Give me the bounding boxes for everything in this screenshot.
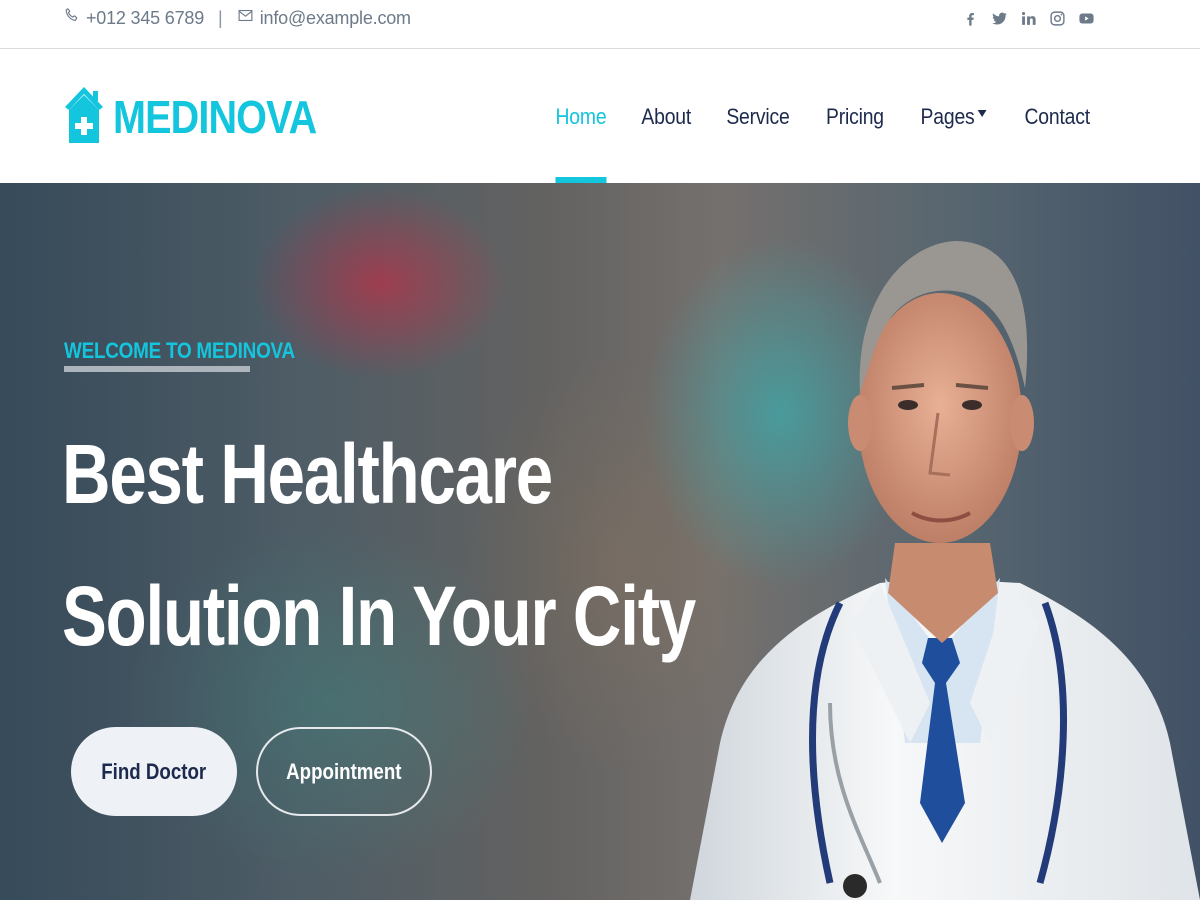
linkedin-icon[interactable] <box>1019 8 1037 28</box>
email-address[interactable]: info@example.com <box>260 8 411 29</box>
caret-down-icon <box>978 110 988 117</box>
phone-icon <box>63 7 80 29</box>
nav-pages-dropdown[interactable]: Pages <box>920 50 988 183</box>
facebook-icon[interactable] <box>961 8 979 28</box>
nav-contact[interactable]: Contact <box>1024 50 1090 183</box>
hero-section: WELCOME TO MEDINOVA Best Healthcare Solu… <box>0 183 1200 900</box>
instagram-icon[interactable] <box>1048 8 1066 28</box>
youtube-icon[interactable] <box>1077 8 1095 28</box>
nav-pages-label: Pages <box>920 103 975 129</box>
main-navbar: MEDINOVA Home About Service Pricing Page… <box>0 50 1200 183</box>
nav-home[interactable]: Home <box>555 50 607 183</box>
top-bar: +012 345 6789 | info@example.com <box>0 0 1200 49</box>
brand-logo[interactable]: MEDINOVA <box>63 83 350 150</box>
headline-line-2: Solution In Your City <box>62 569 696 663</box>
appointment-label: Appointment <box>286 758 402 784</box>
contact-info: +012 345 6789 | info@example.com <box>63 6 411 30</box>
brand-name: MEDINOVA <box>113 90 317 143</box>
nav-service[interactable]: Service <box>727 50 791 183</box>
nav-menu: Home About Service Pricing Pages Contact <box>552 50 1094 183</box>
hero-eyebrow: WELCOME TO MEDINOVA <box>64 338 295 363</box>
find-doctor-button[interactable]: Find Doctor <box>71 727 237 816</box>
phone-number[interactable]: +012 345 6789 <box>86 8 204 29</box>
divider: | <box>218 7 223 28</box>
nav-about[interactable]: About <box>641 50 691 183</box>
headline-line-1: Best Healthcare <box>62 427 553 521</box>
house-medical-icon <box>63 83 105 150</box>
appointment-button[interactable]: Appointment <box>256 727 432 816</box>
nav-pricing[interactable]: Pricing <box>826 50 884 183</box>
find-doctor-label: Find Doctor <box>101 758 207 784</box>
envelope-icon <box>237 7 254 29</box>
doctor-image <box>690 241 1200 900</box>
hero-headline: Best Healthcare Solution In Your City <box>62 403 696 687</box>
social-links <box>961 6 1095 30</box>
eyebrow-underline <box>64 366 250 372</box>
twitter-icon[interactable] <box>990 8 1008 28</box>
